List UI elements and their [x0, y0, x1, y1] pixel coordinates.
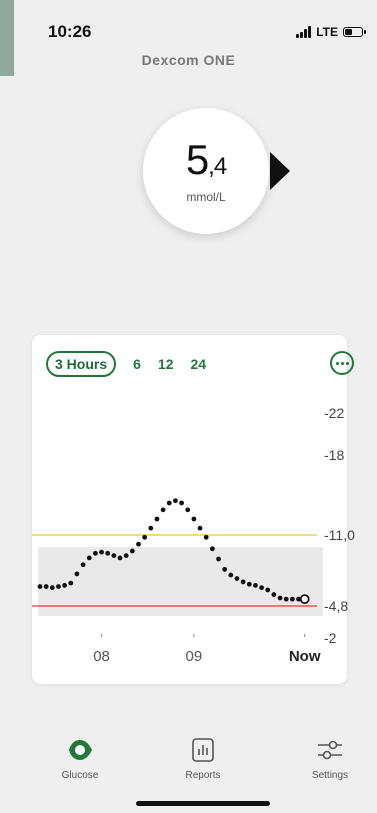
glucose-point: [216, 556, 221, 562]
reading-value-int: 5: [185, 135, 209, 183]
tab-reports-label: Reports: [185, 770, 221, 781]
glucose-point: [228, 572, 234, 578]
glucose-point: [49, 585, 55, 591]
glucose-point: [93, 550, 98, 556]
tab-settings-label: Settings: [311, 770, 349, 781]
glucose-point: [283, 596, 289, 602]
glucose-point: [160, 507, 166, 513]
reading-value: 5,4: [185, 135, 227, 188]
glucose-point: [154, 516, 160, 522]
status-bar: 10:26 LTE: [0, 0, 377, 60]
status-time: 10:26: [48, 22, 92, 41]
glucose-point: [265, 587, 271, 593]
glucose-point: [99, 549, 104, 555]
glucose-point: [222, 566, 228, 572]
glucose-point: [240, 579, 246, 585]
glucose-point: [136, 541, 141, 547]
y-tick-label: -2: [324, 630, 337, 646]
settings-sliders-icon: [316, 736, 344, 764]
tab-glucose[interactable]: Glucose: [40, 736, 120, 781]
y-tick-label: -4,8: [324, 598, 348, 614]
glucose-point: [62, 582, 68, 588]
reading-circle: 5,4 mmol/L: [143, 108, 269, 234]
glucose-point: [80, 562, 86, 568]
status-icons: LTE: [296, 25, 366, 39]
glucose-point: [197, 525, 203, 531]
glucose-reading[interactable]: 5,4 mmol/L: [143, 108, 293, 238]
range-tab-2[interactable]: 12: [158, 356, 174, 372]
tab-settings[interactable]: Settings: [290, 736, 370, 781]
glucose-point: [129, 548, 135, 554]
glucose-point: [74, 571, 80, 577]
glucose-point: [185, 507, 191, 513]
glucose-point: [86, 555, 92, 561]
x-tick-label: 08: [93, 648, 110, 665]
y-tick-label: -11,0: [324, 527, 355, 543]
battery-level: [345, 29, 352, 35]
tab-reports[interactable]: Reports: [163, 736, 243, 781]
glucose-point: [148, 525, 154, 531]
glucose-point: [191, 516, 197, 522]
glucose-chart-card: -22 -18 -11,0 -4,8 -2 08 09 Now 3 Hours 6 12 24: [32, 335, 355, 684]
home-indicator: [136, 801, 270, 806]
glucose-point: [179, 500, 184, 506]
glucose-point: [111, 553, 117, 559]
glucose-point: [209, 546, 215, 552]
battery-icon: [343, 27, 366, 37]
y-tick-label: -22: [324, 405, 344, 421]
glucose-point: [37, 584, 43, 589]
range-tab-3[interactable]: 24: [191, 356, 207, 372]
x-tick-label: 09: [186, 648, 203, 665]
glucose-point: [173, 498, 178, 504]
range-tab-1[interactable]: 6: [133, 356, 141, 372]
reports-chart-icon: [189, 736, 217, 764]
glucose-chart: -22 -18 -11,0 -4,8 -2 08 09 Now: [32, 405, 355, 665]
range-tab-0[interactable]: 3 Hours: [46, 351, 117, 377]
x-tick-label: Now: [289, 648, 321, 665]
glucose-point: [117, 555, 123, 561]
reading-value-dec: ,4: [208, 152, 227, 180]
glucose-point: [234, 576, 240, 581]
glucose-point: [68, 580, 74, 586]
glucose-point: [271, 592, 277, 597]
reading-unit: mmol/L: [186, 189, 226, 204]
glucose-point: [43, 584, 49, 589]
brand-logo: Dexcom ONE: [141, 52, 236, 68]
glucose-point: [123, 553, 129, 559]
trend-arrow-icon: [270, 152, 290, 190]
tab-glucose-label: Glucose: [61, 770, 99, 781]
range-tabs: 3 Hours 6 12 24: [46, 351, 223, 377]
signal-icon: [296, 26, 312, 38]
glucose-point: [203, 534, 209, 540]
glucose-drop-icon: [66, 736, 94, 764]
glucose-point: [56, 584, 61, 589]
tab-bar: Glucose Reports Settings: [0, 730, 377, 790]
glucose-point: [142, 534, 148, 540]
glucose-point: [246, 581, 252, 587]
more-dots-icon[interactable]: [330, 351, 354, 375]
current-glucose-point: [299, 594, 310, 605]
glucose-point: [105, 550, 111, 556]
glucose-point: [166, 500, 172, 506]
y-tick-label: -18: [324, 447, 344, 463]
glucose-point: [289, 596, 295, 602]
glucose-point: [253, 582, 258, 588]
network-label: LTE: [316, 25, 338, 39]
glucose-point: [259, 585, 264, 591]
glucose-point: [277, 595, 283, 601]
